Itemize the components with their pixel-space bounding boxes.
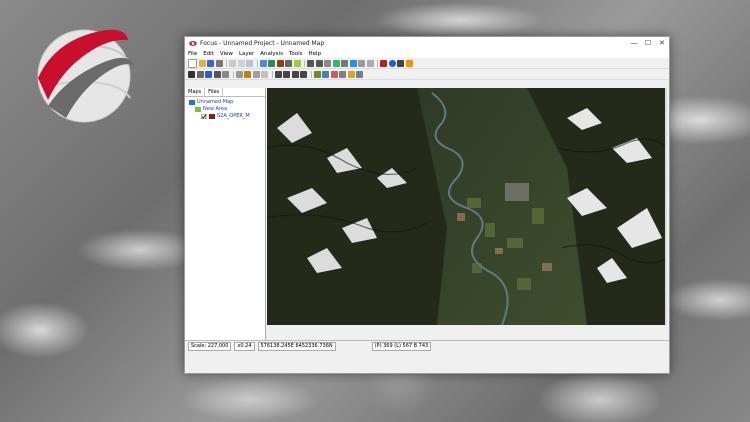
pan-hand-icon[interactable]: [196, 70, 204, 78]
legend-icon[interactable]: [347, 70, 355, 78]
toolbar-main: [185, 58, 669, 69]
menu-help[interactable]: Help: [309, 51, 322, 57]
vector-icon[interactable]: [293, 59, 301, 67]
raster-icon[interactable]: [276, 59, 284, 67]
properties-icon[interactable]: [339, 70, 346, 78]
zoom-readout: x0.24: [234, 342, 255, 351]
close-button[interactable]: ✕: [655, 39, 669, 47]
refresh-icon[interactable]: [332, 59, 340, 67]
toolbar-divider: [271, 70, 273, 78]
tree-item-area[interactable]: New Area: [189, 106, 265, 113]
tree-item-layer[interactable]: S2A_OPER_M: [189, 113, 265, 120]
histogram-icon[interactable]: [397, 59, 404, 67]
polygon-tool-icon[interactable]: [244, 70, 251, 78]
menu-analysis[interactable]: Analysis: [260, 51, 283, 57]
mask-icon[interactable]: [330, 70, 338, 78]
chart-icon[interactable]: [405, 59, 413, 67]
tree-map-label: Unnamed Map: [197, 99, 234, 105]
layer-icon[interactable]: [268, 59, 275, 67]
stop-icon[interactable]: [380, 59, 387, 67]
layer-checkbox-icon[interactable]: [201, 114, 207, 119]
text-tool-icon[interactable]: [222, 70, 229, 78]
coordinate-readout: 576138.245E 6452336.736N: [257, 342, 336, 351]
maximize-button[interactable]: ☐: [641, 39, 655, 47]
globe-icon[interactable]: [349, 59, 357, 67]
ellipse-tool-icon[interactable]: [261, 70, 268, 78]
toolbar-divider: [377, 59, 378, 67]
scale-readout: Scale: 227,000: [188, 342, 232, 351]
status-bar: Scale: 227,000 x0.24 576138.245E 6452336…: [185, 340, 669, 352]
tab-files[interactable]: Files: [205, 88, 224, 96]
crosshair-icon[interactable]: [213, 70, 221, 78]
paste-icon[interactable]: [246, 59, 253, 67]
north-arrow-icon[interactable]: [356, 70, 363, 78]
menu-edit[interactable]: Edit: [203, 51, 214, 57]
new-file-icon[interactable]: [188, 58, 197, 68]
map-view[interactable]: [267, 88, 667, 325]
enhance-icon[interactable]: [313, 70, 321, 78]
map-tree: Unnamed Map New Area S2A_OPER_M: [185, 97, 265, 120]
menu-layer[interactable]: Layer: [239, 51, 254, 57]
toolbar-divider: [256, 59, 258, 67]
map-icon[interactable]: [259, 59, 267, 67]
raster-layer-icon: [209, 114, 215, 119]
tree-item-map[interactable]: Unnamed Map: [189, 99, 265, 106]
panel-tabs: Maps Files: [185, 88, 265, 97]
menu-file[interactable]: File: [188, 51, 197, 57]
toolbar-divider: [226, 59, 227, 67]
select-icon[interactable]: [341, 59, 348, 67]
tab-maps[interactable]: Maps: [185, 88, 206, 96]
info-icon[interactable]: [388, 59, 396, 67]
pixel-readout: (P) 369 (L) 567 B 743: [371, 342, 432, 351]
globe-logo: [37, 29, 134, 123]
last-frame-icon[interactable]: [300, 70, 307, 78]
zoom-out-icon[interactable]: [315, 59, 323, 67]
cut-icon[interactable]: [229, 59, 236, 67]
zoom-in-icon[interactable]: [307, 59, 314, 67]
copy-icon[interactable]: [237, 59, 245, 67]
pointer-icon[interactable]: [188, 70, 195, 78]
open-folder-icon[interactable]: [198, 59, 206, 67]
menu-bar: File Edit View Layer Analysis Tools Help: [185, 49, 669, 58]
tree-area-label: New Area: [203, 106, 228, 112]
next-frame-icon[interactable]: [291, 70, 299, 78]
area-node-icon: [195, 107, 201, 112]
map-node-icon: [189, 100, 195, 105]
ruler-icon[interactable]: [366, 59, 374, 67]
prev-frame-icon[interactable]: [283, 70, 290, 78]
tree-layer-label: S2A_OPER_M: [217, 113, 250, 119]
title-bar: Focus - Unnamed Project - Unnamed Map — …: [185, 37, 669, 49]
print-icon[interactable]: [215, 59, 223, 67]
menu-tools[interactable]: Tools: [289, 51, 303, 57]
minimize-button[interactable]: —: [627, 39, 641, 47]
map-scrollbar[interactable]: [665, 88, 667, 325]
grid-icon[interactable]: [358, 59, 365, 67]
rectangle-tool-icon[interactable]: [252, 70, 260, 78]
line-tool-icon[interactable]: [235, 70, 243, 78]
table-icon[interactable]: [285, 59, 292, 67]
toolbar-divider: [310, 70, 312, 78]
save-icon[interactable]: [207, 59, 214, 67]
app-window: Focus - Unnamed Project - Unnamed Map — …: [184, 36, 670, 374]
app-eye-icon: [189, 40, 197, 46]
toolbar-divider: [304, 59, 305, 67]
pan-icon[interactable]: [324, 59, 331, 67]
window-title: Focus - Unnamed Project - Unnamed Map: [200, 39, 325, 47]
first-frame-icon[interactable]: [274, 70, 282, 78]
workspace: Maps Files Unnamed Map New Area S2A_OPER…: [185, 88, 669, 352]
toolbar-divider: [232, 70, 234, 78]
satellite-image: [267, 88, 667, 325]
classify-icon[interactable]: [322, 70, 329, 78]
maps-panel: Maps Files Unnamed Map New Area S2A_OPER…: [185, 88, 266, 352]
menu-view[interactable]: View: [220, 51, 233, 57]
toolbar-secondary: [185, 69, 669, 80]
zoom-tool-icon[interactable]: [205, 70, 212, 78]
